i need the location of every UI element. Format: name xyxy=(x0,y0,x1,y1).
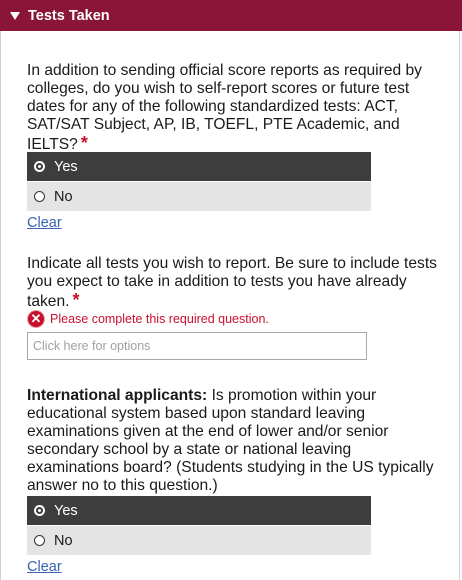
required-asterisk: * xyxy=(80,133,88,153)
error-x-icon: ✕ xyxy=(27,310,45,328)
option-label: Yes xyxy=(54,502,78,519)
question-text: Indicate all tests you wish to report. B… xyxy=(27,255,437,310)
radio-empty-icon[interactable] xyxy=(34,191,45,202)
question-international: International applicants: Is promotion w… xyxy=(27,387,439,495)
radio-selected-icon[interactable] xyxy=(34,505,45,516)
section-title: Tests Taken xyxy=(28,7,110,24)
option-label: No xyxy=(54,188,73,205)
select-placeholder: Click here for options xyxy=(33,339,151,353)
question-self-report: In addition to sending official score re… xyxy=(27,62,439,154)
radio-option-no[interactable]: No xyxy=(27,526,371,555)
clear-link[interactable]: Clear xyxy=(27,559,62,575)
section-header-tests-taken[interactable]: Tests Taken xyxy=(0,0,462,31)
error-message: ✕ Please complete this required question… xyxy=(27,310,269,328)
option-label: Yes xyxy=(54,158,78,175)
error-text: Please complete this required question. xyxy=(50,312,269,326)
radio-empty-icon[interactable] xyxy=(34,535,45,546)
radio-option-no[interactable]: No xyxy=(27,182,371,211)
question-tests-to-report: Indicate all tests you wish to report. B… xyxy=(27,255,439,311)
clear-link[interactable]: Clear xyxy=(27,215,62,231)
option-label: No xyxy=(54,532,73,549)
radio-selected-icon[interactable] xyxy=(34,161,45,172)
radio-option-yes[interactable]: Yes xyxy=(27,496,371,525)
tests-options-select[interactable]: Click here for options xyxy=(27,332,367,360)
collapse-triangle-icon xyxy=(10,12,20,20)
radio-option-yes[interactable]: Yes xyxy=(27,152,371,181)
question-lead: International applicants: xyxy=(27,387,208,404)
required-asterisk: * xyxy=(72,290,80,310)
